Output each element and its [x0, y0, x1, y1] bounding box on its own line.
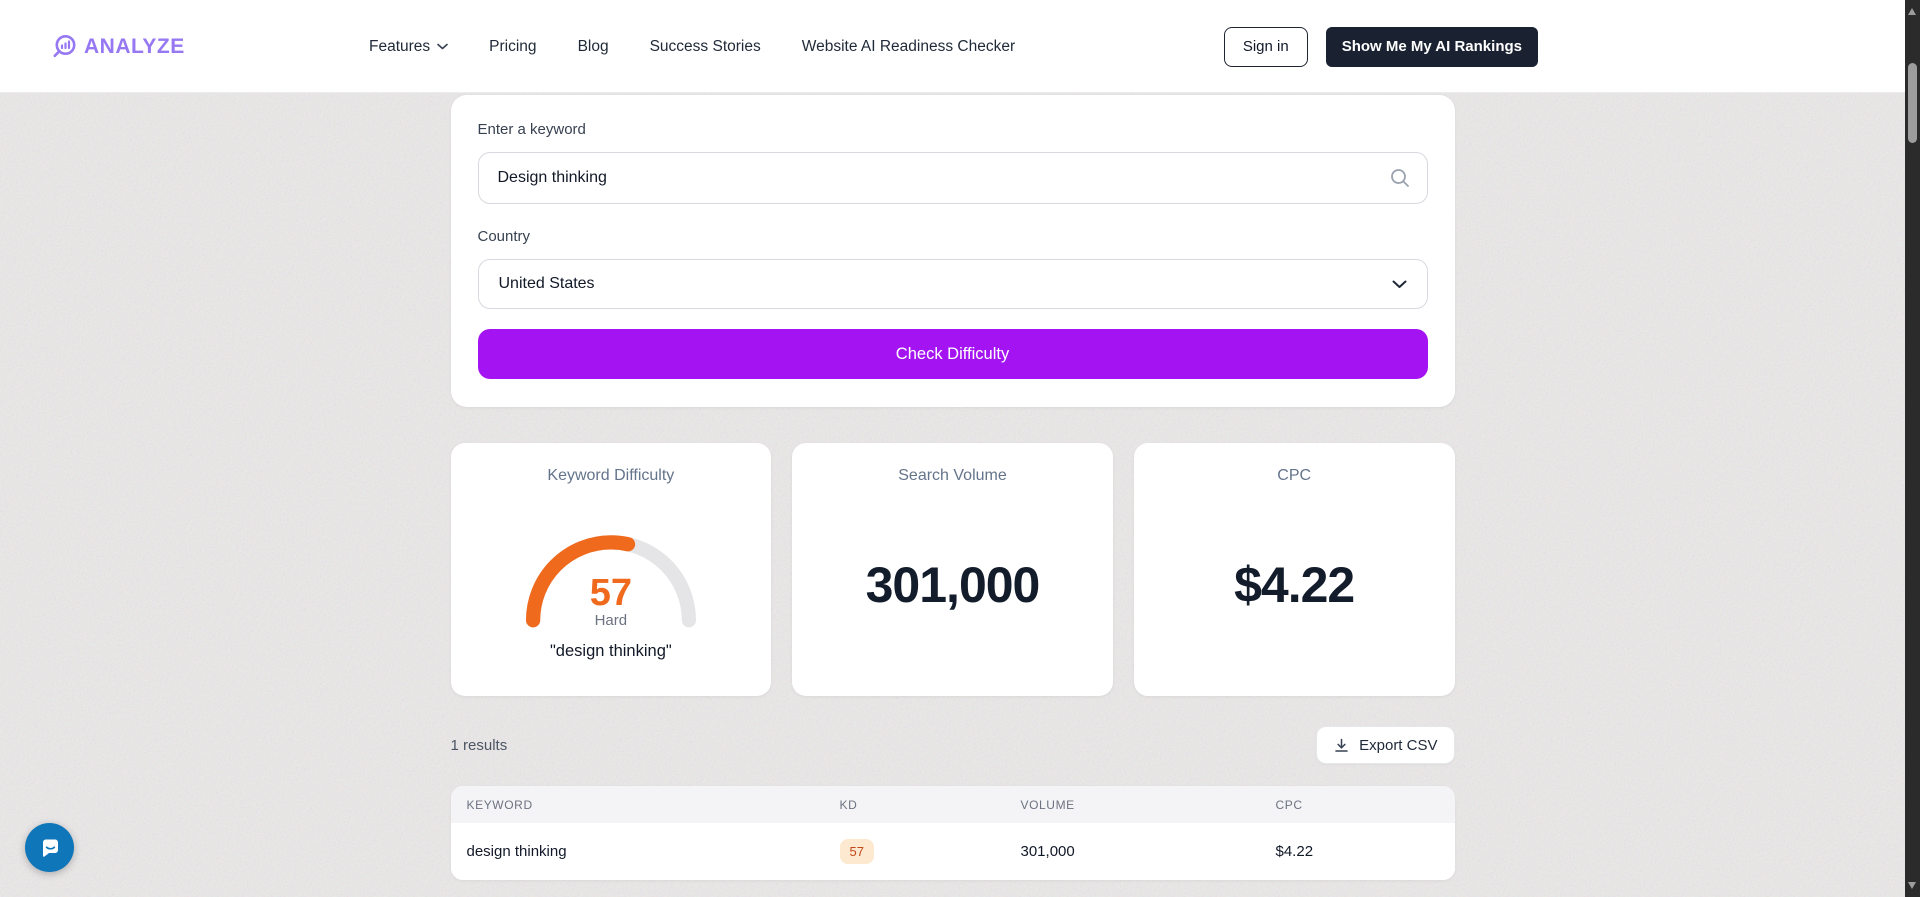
country-select-value: United States	[498, 275, 595, 292]
nav-links: Features Pricing Blog Success Stories We…	[369, 0, 1015, 93]
nav-item-success-stories[interactable]: Success Stories	[650, 38, 761, 56]
difficulty-score: 57	[589, 572, 632, 614]
nav-item-pricing[interactable]: Pricing	[489, 38, 536, 56]
top-nav: ANALYZE Features Pricing Blog Success St…	[0, 0, 1905, 93]
main-content: Enter a keyword Country United States Ch…	[450, 95, 1455, 880]
keyword-input-wrap	[477, 152, 1428, 204]
metric-cards: Keyword Difficulty 57 Hard "design think…	[450, 443, 1455, 696]
nav-item-ai-readiness-checker[interactable]: Website AI Readiness Checker	[802, 38, 1015, 56]
col-header-keyword: KEYWORD	[466, 797, 533, 812]
export-csv-button[interactable]: Export CSV	[1316, 726, 1455, 764]
nav-actions: Sign in Show Me My AI Rankings	[1223, 0, 1538, 93]
search-icon	[1389, 167, 1411, 189]
cpc-card-title: CPC	[1277, 467, 1312, 484]
difficulty-card-title: Keyword Difficulty	[547, 467, 675, 484]
cpc-card: CPC $4.22	[1133, 443, 1455, 696]
scrollbar-up-arrow[interactable]	[1908, 8, 1916, 15]
results-count: 1 results	[450, 736, 508, 754]
keyword-input[interactable]	[477, 152, 1428, 204]
volume-card-title: Search Volume	[898, 467, 1007, 484]
sign-in-button[interactable]: Sign in	[1223, 26, 1308, 67]
analyze-magnifier-chart-icon	[51, 33, 78, 60]
chat-bubble-icon	[37, 835, 63, 861]
table-header-row: KEYWORD KD VOLUME CPC	[450, 786, 1455, 823]
results-table: KEYWORD KD VOLUME CPC design thinking 57…	[450, 786, 1455, 880]
nav-item-features[interactable]: Features	[369, 38, 448, 56]
select-chevron-down-icon	[1392, 280, 1407, 289]
col-header-cpc: CPC	[1275, 797, 1303, 812]
results-bar: 1 results Export CSV	[451, 726, 1455, 764]
row-keyword: design thinking	[466, 843, 567, 860]
volume-value: 301,000	[865, 556, 1041, 613]
search-volume-card: Search Volume 301,000	[792, 443, 1113, 696]
scrollbar-down-arrow[interactable]	[1908, 882, 1916, 889]
brand-logo[interactable]: ANALYZE	[51, 0, 185, 93]
chevron-down-icon	[437, 43, 448, 50]
difficulty-keyword-text: "design thinking"	[549, 642, 672, 660]
country-label: Country	[477, 228, 531, 245]
chat-widget-button[interactable]	[25, 823, 74, 872]
keyword-form-card: Enter a keyword Country United States Ch…	[450, 95, 1455, 407]
kd-badge: 57	[839, 839, 874, 864]
row-kd: 57	[832, 839, 1013, 864]
browser-scrollbar	[1905, 0, 1920, 897]
brand-name: ANALYZE	[84, 34, 185, 58]
row-volume: 301,000	[1020, 843, 1075, 860]
check-difficulty-button[interactable]: Check Difficulty	[477, 329, 1428, 379]
cpc-value: $4.22	[1234, 556, 1355, 613]
col-header-kd: KD	[839, 797, 858, 812]
keyword-label: Enter a keyword	[477, 121, 586, 138]
difficulty-gauge: 57 Hard	[516, 525, 706, 629]
row-cpc: $4.22	[1275, 843, 1314, 860]
difficulty-level-label: Hard	[594, 612, 628, 629]
country-select[interactable]: United States	[477, 259, 1428, 309]
nav-item-blog[interactable]: Blog	[578, 38, 609, 56]
ai-rankings-cta-button[interactable]: Show Me My AI Rankings	[1325, 26, 1538, 67]
col-header-volume: VOLUME	[1020, 797, 1075, 812]
table-row: design thinking 57 301,000 $4.22	[450, 823, 1455, 880]
export-csv-label: Export CSV	[1359, 736, 1438, 754]
keyword-difficulty-card: Keyword Difficulty 57 Hard "design think…	[450, 443, 772, 696]
page: ANALYZE Features Pricing Blog Success St…	[0, 0, 1905, 897]
scrollbar-thumb[interactable]	[1908, 63, 1917, 143]
download-icon	[1333, 737, 1350, 754]
